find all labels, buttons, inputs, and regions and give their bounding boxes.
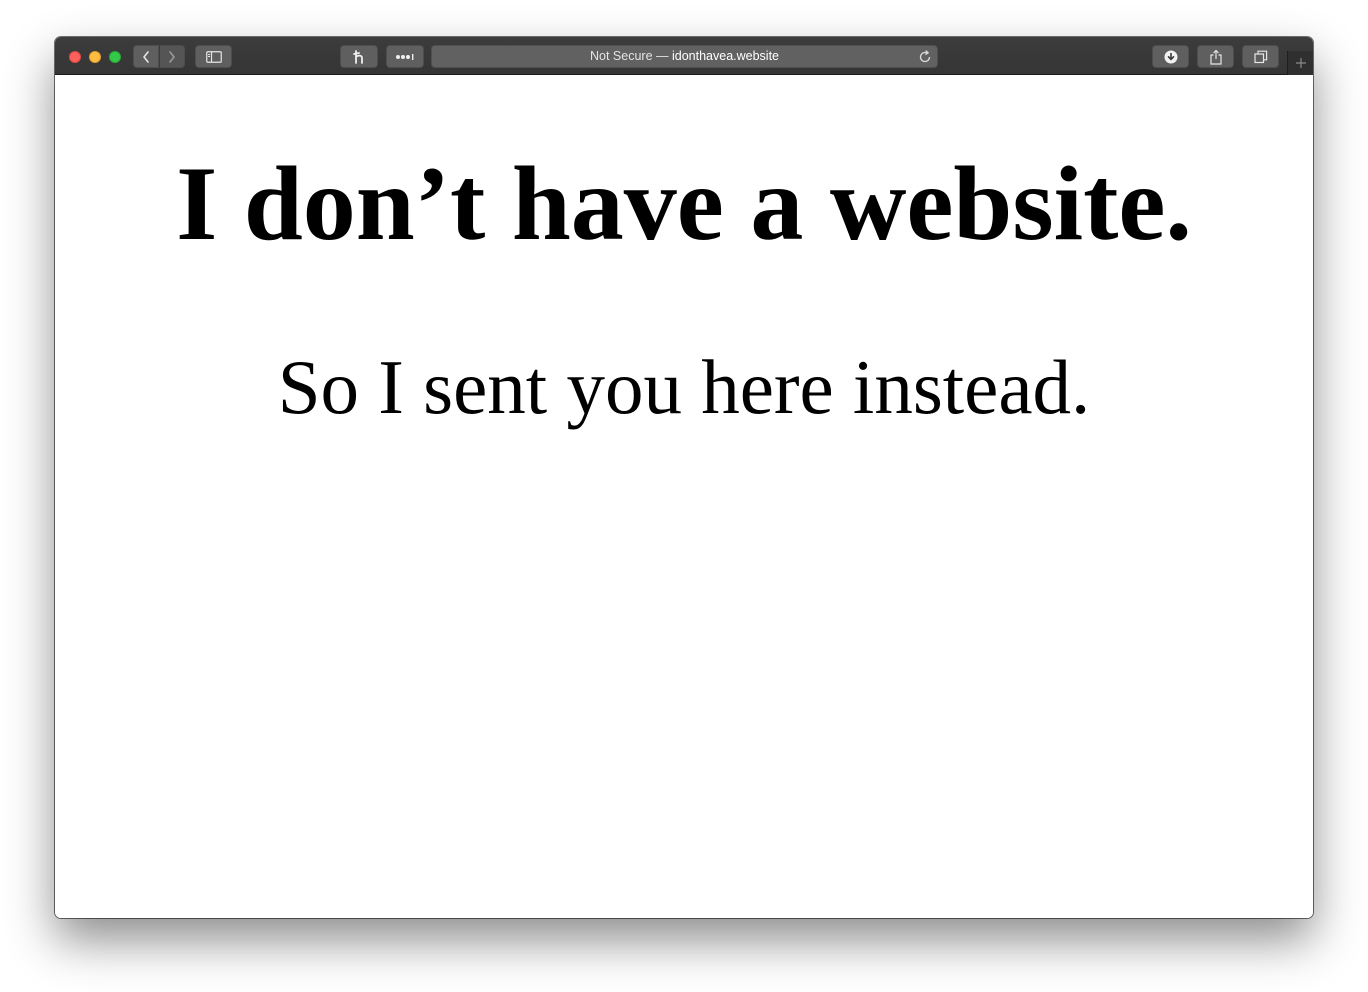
back-button[interactable] [133,45,159,68]
more-dots-icon [396,53,414,60]
sidebar-icon [205,50,222,63]
close-window-button[interactable] [69,51,81,63]
plus-icon [1296,58,1306,68]
address-domain: idonthavea.website [671,49,780,63]
share-button[interactable] [1197,45,1234,68]
address-bar[interactable]: Not Secure — idonthavea.website [431,45,938,68]
tab-overview-icon [1253,50,1267,63]
page-subline: So I sent you here instead. [277,344,1091,430]
tab-overview-button[interactable] [1242,45,1279,68]
browser-window: Not Secure — idonthavea.website I don’t … [55,37,1313,918]
address-text: Not Secure — idonthavea.website [432,49,937,63]
downloads-button[interactable] [1152,45,1189,68]
browser-toolbar: Not Secure — idonthavea.website [55,37,1313,75]
honey-extension-button[interactable] [340,45,378,68]
chevron-right-icon [169,50,175,63]
security-label: Not Secure — [589,49,669,63]
maximize-window-button[interactable] [109,51,121,63]
share-icon [1209,49,1222,65]
new-tab-button[interactable] [1287,51,1313,75]
honey-extension-icon [353,49,363,64]
forward-button[interactable] [159,45,185,68]
more-extensions-button[interactable] [386,45,424,68]
sidebar-button[interactable] [195,45,232,68]
page-headline: I don’t have a website. [176,145,1192,262]
minimize-window-button[interactable] [89,51,101,63]
reload-icon[interactable] [917,49,933,65]
page-content: I don’t have a website. So I sent you he… [55,75,1313,918]
screen: Not Secure — idonthavea.website I don’t … [0,0,1368,992]
chevron-left-icon [143,50,149,63]
download-icon [1164,50,1177,63]
